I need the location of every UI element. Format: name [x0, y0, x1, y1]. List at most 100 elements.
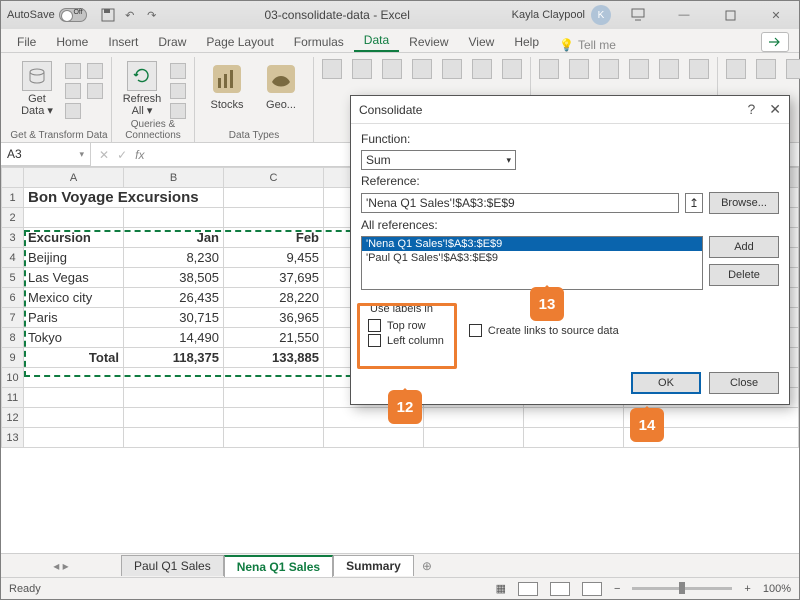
- help-icon[interactable]: ?: [747, 101, 755, 118]
- function-combobox[interactable]: Sum ▾: [361, 150, 516, 170]
- whatif-icon[interactable]: [726, 59, 746, 79]
- cell-b6[interactable]: 26,435: [124, 288, 224, 308]
- cell-b4[interactable]: 8,230: [124, 248, 224, 268]
- tab-review[interactable]: Review: [399, 31, 458, 52]
- ribbon-options-icon[interactable]: [615, 1, 661, 29]
- cell-a4[interactable]: Beijing: [24, 248, 124, 268]
- properties-icon[interactable]: [170, 83, 186, 99]
- row-11[interactable]: 11: [2, 388, 24, 408]
- reference-input[interactable]: 'Nena Q1 Sales'!$A$3:$E$9: [361, 193, 679, 213]
- new-sheet-button[interactable]: ⊕: [414, 559, 440, 573]
- cell-c6[interactable]: 28,220: [224, 288, 324, 308]
- name-box[interactable]: A3 ▾: [1, 143, 91, 166]
- cell-c4[interactable]: 9,455: [224, 248, 324, 268]
- page-layout-view-icon[interactable]: [550, 582, 570, 596]
- relationships-icon[interactable]: [689, 59, 709, 79]
- sheet-tab-summary[interactable]: Summary: [333, 555, 414, 576]
- sheet-tab-nena[interactable]: Nena Q1 Sales: [224, 555, 333, 577]
- tab-view[interactable]: View: [459, 31, 505, 52]
- row-12[interactable]: 12: [2, 408, 24, 428]
- data-validation-icon[interactable]: [629, 59, 649, 79]
- cell-c7[interactable]: 36,965: [224, 308, 324, 328]
- cell-b9[interactable]: 118,375: [124, 348, 224, 368]
- tell-me-search[interactable]: 💡 Tell me: [549, 38, 761, 52]
- all-references-listbox[interactable]: 'Nena Q1 Sales'!$A$3:$E$9 'Paul Q1 Sales…: [361, 236, 703, 290]
- group-icon[interactable]: [786, 59, 800, 79]
- undo-icon[interactable]: ↶: [121, 6, 139, 24]
- cell-a8[interactable]: Tokyo: [24, 328, 124, 348]
- maximize-button[interactable]: [707, 1, 753, 29]
- save-icon[interactable]: [99, 6, 117, 24]
- row-9[interactable]: 9: [2, 348, 24, 368]
- row-7[interactable]: 7: [2, 308, 24, 328]
- get-data-button[interactable]: Get Data ▾: [15, 59, 59, 117]
- browse-button[interactable]: Browse...: [709, 192, 779, 214]
- row-10[interactable]: 10: [2, 368, 24, 388]
- remove-duplicates-icon[interactable]: [599, 59, 619, 79]
- delete-button[interactable]: Delete: [709, 264, 779, 286]
- row-2[interactable]: 2: [2, 208, 24, 228]
- queries-icon[interactable]: [170, 63, 186, 79]
- tab-formulas[interactable]: Formulas: [284, 31, 354, 52]
- row-5[interactable]: 5: [2, 268, 24, 288]
- sheet-scroll[interactable]: ◂ ▸: [1, 559, 121, 573]
- display-settings-icon[interactable]: ▦: [496, 582, 506, 595]
- row-13[interactable]: 13: [2, 428, 24, 448]
- advanced-icon[interactable]: [502, 59, 522, 79]
- zoom-in-icon[interactable]: +: [744, 583, 750, 595]
- sheet-tab-paul[interactable]: Paul Q1 Sales: [121, 555, 224, 576]
- reapply-icon[interactable]: [472, 59, 492, 79]
- row-4[interactable]: 4: [2, 248, 24, 268]
- stocks-button[interactable]: Stocks: [203, 59, 251, 111]
- cell-a3[interactable]: Excursion: [24, 228, 124, 248]
- recent-sources-icon[interactable]: [87, 63, 103, 79]
- cancel-icon[interactable]: ✕: [99, 148, 109, 162]
- close-button[interactable]: Close: [709, 372, 779, 394]
- col-C[interactable]: C: [224, 168, 324, 188]
- from-text-icon[interactable]: [65, 63, 81, 79]
- tab-insert[interactable]: Insert: [98, 31, 148, 52]
- cell-a1[interactable]: Bon Voyage Excursions: [24, 188, 224, 208]
- sort-az-icon[interactable]: [322, 59, 342, 79]
- sort-icon[interactable]: [382, 59, 402, 79]
- tab-home[interactable]: Home: [46, 31, 98, 52]
- tab-help[interactable]: Help: [504, 31, 549, 52]
- col-A[interactable]: A: [24, 168, 124, 188]
- tab-file[interactable]: File: [7, 31, 46, 52]
- row-8[interactable]: 8: [2, 328, 24, 348]
- dialog-titlebar[interactable]: Consolidate ? ✕: [351, 96, 789, 124]
- col-B[interactable]: B: [124, 168, 224, 188]
- page-break-view-icon[interactable]: [582, 582, 602, 596]
- flash-fill-icon[interactable]: [569, 59, 589, 79]
- create-links-checkbox[interactable]: Create links to source data: [469, 324, 619, 337]
- cell-b5[interactable]: 38,505: [124, 268, 224, 288]
- cell-b3[interactable]: Jan: [124, 228, 224, 248]
- top-row-checkbox[interactable]: Top row: [368, 319, 444, 332]
- refresh-all-button[interactable]: Refresh All ▾: [120, 59, 164, 117]
- sort-za-icon[interactable]: [352, 59, 372, 79]
- cell-c8[interactable]: 21,550: [224, 328, 324, 348]
- tab-pagelayout[interactable]: Page Layout: [196, 31, 283, 52]
- cell-a9[interactable]: Total: [24, 348, 124, 368]
- enter-icon[interactable]: ✓: [117, 148, 127, 162]
- select-all-corner[interactable]: [2, 168, 24, 188]
- row-3[interactable]: 3: [2, 228, 24, 248]
- user-account[interactable]: Kayla Claypool K: [512, 5, 611, 25]
- close-button[interactable]: ✕: [753, 1, 799, 29]
- cell-a6[interactable]: Mexico city: [24, 288, 124, 308]
- text-to-columns-icon[interactable]: [539, 59, 559, 79]
- cell-b8[interactable]: 14,490: [124, 328, 224, 348]
- list-item[interactable]: 'Nena Q1 Sales'!$A$3:$E$9: [362, 237, 702, 251]
- share-button[interactable]: [761, 32, 789, 52]
- left-column-checkbox[interactable]: Left column: [368, 334, 444, 347]
- from-table-icon[interactable]: [65, 103, 81, 119]
- cell-c5[interactable]: 37,695: [224, 268, 324, 288]
- cell-c9[interactable]: 133,885: [224, 348, 324, 368]
- clear-icon[interactable]: [442, 59, 462, 79]
- cell-a5[interactable]: Las Vegas: [24, 268, 124, 288]
- cell-c3[interactable]: Feb: [224, 228, 324, 248]
- filter-icon[interactable]: [412, 59, 432, 79]
- geography-button[interactable]: Geo...: [257, 59, 305, 111]
- existing-connections-icon[interactable]: [87, 83, 103, 99]
- tab-draw[interactable]: Draw: [148, 31, 196, 52]
